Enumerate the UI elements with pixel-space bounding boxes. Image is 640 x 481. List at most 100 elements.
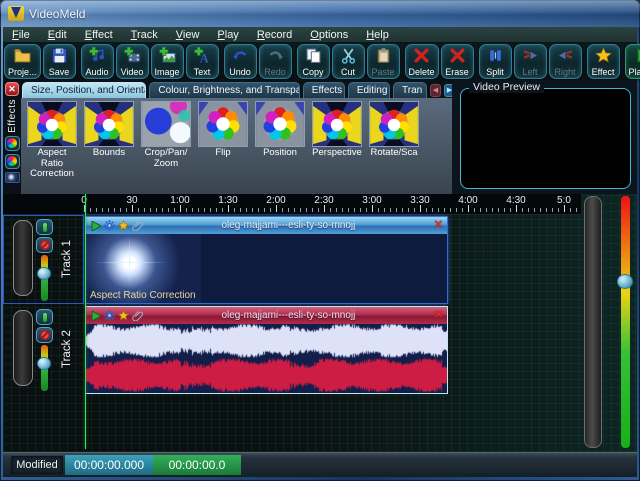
volume-knob[interactable] (37, 357, 51, 370)
effect-button[interactable]: Effect (586, 44, 620, 79)
effect-thumbnail-icon (27, 101, 77, 147)
playhead-line[interactable] (85, 194, 86, 449)
tab-colour-brightness-and-transparency[interactable]: Colour, Brightness, and Transparency (149, 82, 300, 98)
tab-editing[interactable]: Editing (347, 82, 391, 98)
effect-rotate-sca[interactable]: Rotate/Sca (369, 101, 419, 194)
paste-icon (375, 47, 392, 64)
video-preview-screen[interactable] (460, 88, 631, 189)
track-2-monitor-button[interactable] (36, 309, 53, 325)
master-volume-knob[interactable] (617, 274, 633, 289)
audio-button[interactable]: Audio (80, 44, 114, 79)
clip-play-icon[interactable] (90, 220, 101, 231)
effect-label: Position (263, 147, 297, 158)
audio-clip-header[interactable]: oleg-majjami---esli-ty-so-mnojj ✕ (86, 307, 447, 324)
toolbar-button-label: Right (554, 67, 576, 77)
tab-size-position-and-orientation[interactable]: Size, Position, and Orientation (22, 82, 147, 98)
open-project-folder-icon (14, 47, 31, 64)
ruler-label-4:30: 4:30 (506, 195, 526, 206)
tab-tran[interactable]: Tran (393, 82, 427, 98)
menu-play[interactable]: Play (208, 27, 247, 43)
erase-icon (449, 47, 466, 64)
track-2-name: Track 2 (61, 330, 73, 369)
track-2-pan-slider[interactable] (13, 310, 33, 386)
menu-view[interactable]: View (167, 27, 209, 43)
close-effects-icon[interactable]: ✕ (5, 82, 19, 96)
video-button[interactable]: Video (115, 44, 149, 79)
ruler-label-30: 30 (126, 195, 138, 206)
clip-mini-thumbnail[interactable] (4, 171, 20, 183)
audio-clip-title: oleg-majjami---esli-ty-so-mnojj (221, 310, 356, 321)
effect-label: Aspect Ratio Correction (30, 147, 74, 179)
waveform-canvas (86, 324, 447, 393)
effect-bounds[interactable]: Bounds (84, 101, 134, 194)
toolbar-button-label: Proje... (8, 67, 37, 77)
clip-effect-star-icon[interactable] (118, 310, 129, 321)
menu-effect[interactable]: Effect (76, 27, 122, 43)
add-text-icon: A (193, 47, 211, 64)
undo-button[interactable]: Undo (223, 44, 257, 79)
track-1-pan-slider[interactable] (13, 220, 33, 296)
clip-play-icon[interactable] (90, 310, 101, 321)
tabs-scroll-left-icon[interactable]: ◀ (430, 84, 441, 97)
clip-link-paperclip-icon[interactable] (132, 310, 143, 321)
video-clip-body[interactable]: Aspect Ratio Correction (86, 234, 447, 303)
time-ruler[interactable]: 0 30 1:00 1:30 2:00 2:30 3:00 3:30 4:00 4:30 5:0 (3, 194, 581, 215)
effect-label: Perspective (312, 147, 362, 158)
timeline[interactable]: 0 30 1:00 1:30 2:00 2:30 3:00 3:30 4:00 4:30 5:0 T… (3, 194, 637, 452)
copy-button[interactable]: Copy (296, 44, 330, 79)
track-1-mute-button[interactable] (36, 237, 53, 253)
track-2-volume-slider[interactable] (37, 345, 51, 391)
menu-file[interactable]: File (3, 27, 39, 43)
left-button: Left (513, 44, 547, 79)
menu-options[interactable]: Options (301, 27, 357, 43)
title-bar[interactable]: VideoMeld (0, 0, 640, 27)
volume-knob[interactable] (37, 267, 51, 280)
colour-wheel-button-1[interactable] (4, 135, 20, 151)
tracks-vertical-scrollbar[interactable] (584, 196, 602, 448)
save-button[interactable]: Save (42, 44, 76, 79)
effect-aspect-ratio-correction[interactable]: Aspect Ratio Correction (27, 101, 77, 194)
split-button[interactable]: Split (478, 44, 512, 79)
effect-thumbnail-icon (255, 101, 305, 147)
modified-status-badge: Modified (11, 456, 63, 474)
video-preview-label: Video Preview (469, 81, 544, 93)
delete-button[interactable]: Delete (404, 44, 439, 79)
effect-crop-pan-zoom[interactable]: Crop/Pan/ Zoom (141, 101, 191, 194)
clip-link-paperclip-icon[interactable] (132, 220, 143, 231)
clip-effect-star-icon[interactable] (118, 220, 129, 231)
clip-close-icon[interactable]: ✕ (434, 310, 443, 321)
colour-wheel-button-2[interactable] (4, 153, 20, 169)
window-title: VideoMeld (29, 6, 86, 21)
delete-icon (413, 47, 430, 64)
clip-close-icon[interactable]: ✕ (434, 220, 443, 231)
menu-help[interactable]: Help (357, 27, 398, 43)
effect-position[interactable]: Position (255, 101, 305, 194)
ruler-label-1:00: 1:00 (170, 195, 190, 206)
audio-clip[interactable]: oleg-majjami---esli-ty-so-mnojj ✕ (85, 306, 448, 394)
track-2-mute-button[interactable] (36, 327, 53, 343)
text-button[interactable]: A Text (185, 44, 219, 79)
ruler-label-3:00: 3:00 (362, 195, 382, 206)
clip-settings-gear-icon[interactable] (104, 220, 115, 231)
video-clip[interactable]: oleg-majjami---esli-ty-so-mnojj ✕ Aspect… (85, 216, 448, 304)
cut-button[interactable]: Cut (331, 44, 365, 79)
erase-button[interactable]: Erase (440, 44, 474, 79)
play-all-button[interactable]: Play All (624, 44, 640, 79)
tab-effects[interactable]: Effects (302, 82, 345, 98)
effect-flip[interactable]: Flip (198, 101, 248, 194)
clip-settings-gear-icon[interactable] (104, 310, 115, 321)
menu-record[interactable]: Record (248, 27, 301, 43)
toolbar-group: Audio Video Image A Text (80, 44, 219, 79)
track-1-volume-slider[interactable] (37, 255, 51, 301)
menu-edit[interactable]: Edit (39, 27, 76, 43)
proje-button[interactable]: Proje... (4, 44, 41, 79)
master-volume-meter[interactable] (621, 196, 630, 448)
effect-thumbnail-icon (141, 101, 191, 147)
menu-track[interactable]: Track (122, 27, 167, 43)
video-clip-header[interactable]: oleg-majjami---esli-ty-so-mnojj ✕ (86, 217, 447, 234)
audio-waveform[interactable] (86, 324, 447, 393)
toolbar-group: Proje... Save (4, 44, 76, 79)
track-1-monitor-button[interactable] (36, 219, 53, 235)
image-button[interactable]: Image (150, 44, 184, 79)
effect-perspective[interactable]: Perspective (312, 101, 362, 194)
